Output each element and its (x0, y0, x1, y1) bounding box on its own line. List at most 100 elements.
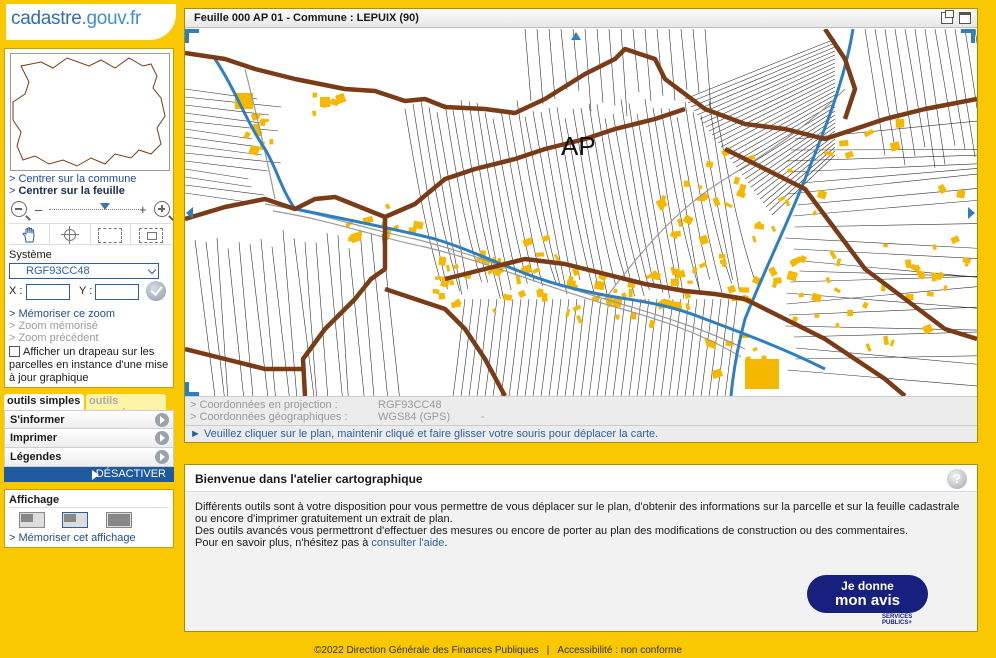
welcome-panel: Bienvenue dans l'atelier cartographique … (184, 464, 978, 632)
tools-menu: S'informer Imprimer Légendes DÉSACTIVER (4, 410, 174, 482)
navigation-panel: > Centrer sur la commune > Centrer sur la … (4, 48, 174, 388)
flag-option[interactable]: Afficher un drapeau sur les parcelles en… (9, 346, 171, 385)
zoom-plus-button[interactable]: + (139, 202, 147, 217)
zoom-box-tool[interactable] (91, 224, 132, 246)
flag-label: Afficher un drapeau sur les parcelles en… (9, 346, 169, 384)
memo-affichage-link[interactable]: > Mémoriser cet affichage (9, 532, 136, 544)
services-line2: PUBLICS+ (882, 620, 912, 626)
arrow-icon: > (9, 185, 16, 197)
zoom-precedent-link[interactable]: > Zoom précédent (9, 332, 99, 344)
footer: ©2022 Direction Générale des Finances Pu… (0, 645, 996, 656)
maximize-window-icon[interactable] (959, 12, 971, 24)
layout-medium-map-icon[interactable] (62, 512, 88, 528)
zoom-memorise-label: Zoom mémorisé (18, 320, 98, 332)
je-donne-mon-avis-button[interactable]: Je donne mon avis (807, 575, 928, 613)
arrow-icon: > (9, 173, 16, 185)
welcome-text: Différents outils sont à votre dispositi… (195, 501, 970, 549)
chevron-down-icon (147, 265, 157, 275)
zoom-slider-thumb[interactable] (100, 203, 110, 210)
arrow-right-icon (155, 431, 169, 445)
site-logo[interactable]: cadastre.gouv.fr (6, 4, 176, 40)
zoom-extent-tool[interactable] (131, 224, 171, 246)
y-input[interactable] (95, 284, 139, 300)
arrow-icon: > (9, 532, 16, 544)
deactivate-button[interactable]: DÉSACTIVER (4, 467, 174, 482)
pan-tool[interactable] (9, 224, 50, 246)
coord-geo-value: WGS84 (GPS) (378, 411, 451, 423)
accessibility-link[interactable]: Accessibilité : non conforme (557, 645, 682, 656)
divider (9, 507, 169, 508)
zoom-extent-icon (139, 227, 164, 243)
menu-item-label: S'informer (10, 414, 65, 426)
menu-item-legendes[interactable]: Légendes (4, 448, 174, 467)
pan-right-icon[interactable] (968, 207, 975, 219)
welcome-paragraph: Pour en savoir plus, n'hésitez pas à con… (195, 537, 970, 549)
affichage-title: Affichage (9, 494, 60, 506)
overview-map[interactable] (10, 53, 170, 171)
arrow-icon: > (9, 332, 16, 344)
commune-boundary (185, 29, 977, 396)
map-tools (9, 223, 171, 246)
welcome-paragraph: Des outils avancés vous permettront d'ef… (195, 525, 909, 537)
help-prefix: Pour en savoir plus, n'hésitez pas à (195, 537, 369, 549)
logo-name: cadastre (11, 8, 82, 29)
coord-proj-label-text: Coordonnées en projection : (199, 399, 338, 411)
help-suffix: . (444, 537, 448, 549)
zoom-bar: – + (9, 201, 171, 219)
map-canvas[interactable]: AP (185, 29, 977, 396)
validate-coords-button[interactable] (146, 281, 166, 301)
map-window: Feuille 000 AP 01 - Commune : LEPUIX (90… (184, 8, 978, 443)
footer-copyright: ©2022 Direction Générale des Finances Pu… (314, 645, 539, 656)
flag-checkbox[interactable] (9, 346, 20, 357)
welcome-title: Bienvenue dans l'atelier cartographique (195, 472, 423, 486)
parcel-lines (185, 29, 977, 396)
zoom-in-icon[interactable] (154, 201, 170, 217)
layout-full-map-icon[interactable] (106, 512, 132, 528)
zoom-memorise-link[interactable]: > Zoom mémorisé (9, 320, 98, 332)
crosshair-icon (60, 226, 79, 244)
corner-bottom-left-icon (185, 382, 199, 396)
map-title-bar: Feuille 000 AP 01 - Commune : LEPUIX (90… (185, 9, 977, 28)
map-title: Feuille 000 AP 01 - Commune : LEPUIX (90… (194, 12, 419, 24)
menu-item-label: Légendes (10, 451, 62, 463)
help-link[interactable]: consulter l'aide (371, 537, 444, 549)
avis-line2: mon avis (834, 592, 901, 609)
coordinates-panel: > Coordonnées en projection : RGF93CC48 … (185, 396, 977, 425)
memo-affichage-label: Mémoriser cet affichage (18, 532, 136, 544)
center-commune-label: Centrer sur la commune (18, 173, 137, 185)
layout-small-map-icon[interactable] (19, 512, 45, 528)
arrow-icon: > (9, 308, 16, 320)
cadastral-map[interactable]: AP (185, 29, 977, 396)
x-label: X : (9, 285, 23, 297)
help-icon[interactable]: ? (947, 469, 967, 489)
menu-item-imprimer[interactable]: Imprimer (4, 429, 174, 448)
coord-geo-label: > Coordonnées géographiques : (190, 411, 348, 423)
x-input[interactable] (26, 284, 70, 300)
tools-tabs: outils simples outils avancés (4, 394, 166, 419)
restore-window-icon[interactable] (941, 10, 954, 24)
arrow-icon: > (190, 399, 197, 411)
arrow-right-icon (155, 450, 169, 464)
center-commune-link[interactable]: > Centrer sur la commune (9, 173, 136, 185)
section-label: AP (561, 131, 596, 161)
center-feuille-label: Centrer sur la feuille (18, 185, 125, 197)
systeme-select[interactable]: RGF93CC48 (9, 263, 159, 279)
welcome-header: Bienvenue dans l'atelier cartographique … (185, 465, 977, 492)
systeme-value: RGF93CC48 (26, 265, 90, 277)
tab-outils-avances[interactable]: outils avancés (86, 394, 166, 419)
pan-up-icon[interactable] (571, 32, 581, 40)
arrow-icon: > (190, 411, 197, 423)
memo-zoom-link[interactable]: > Mémoriser ce zoom (9, 308, 115, 320)
menu-item-sinformer[interactable]: S'informer (4, 410, 174, 429)
center-feuille-link[interactable]: > Centrer sur la feuille (9, 185, 125, 197)
zoom-out-icon[interactable] (11, 201, 27, 217)
center-tool[interactable] (50, 224, 91, 246)
corner-top-left-icon (185, 29, 199, 43)
tab-outils-simples[interactable]: outils simples (4, 394, 84, 410)
affichage-panel: Affichage > Mémoriser cet affichage (4, 489, 174, 548)
zoom-slider-track[interactable] (49, 209, 139, 210)
coord-proj-label: > Coordonnées en projection : (190, 399, 338, 411)
zoom-minus-button[interactable]: – (35, 202, 42, 217)
buildings-layer (235, 92, 971, 389)
roads-layer (244, 68, 846, 358)
